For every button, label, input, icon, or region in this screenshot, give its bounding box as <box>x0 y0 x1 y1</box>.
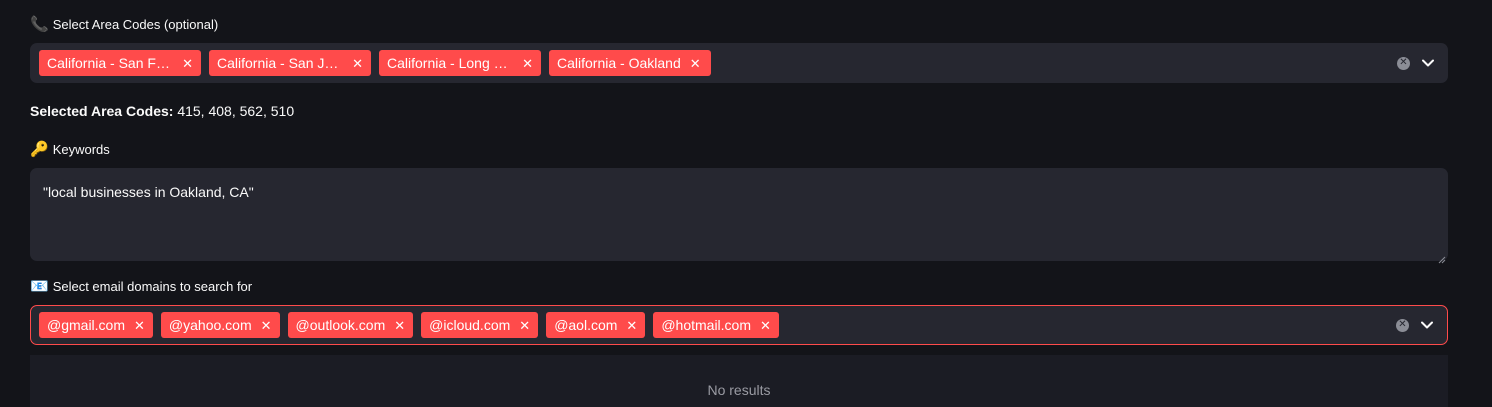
email-domains-label: 📧 Select email domains to search for <box>30 279 252 294</box>
chevron-down-icon[interactable] <box>1422 59 1434 67</box>
email-domain-tag-label: @icloud.com <box>429 317 511 333</box>
resize-grip-icon[interactable] <box>1438 251 1446 264</box>
app-root: 📞 Select Area Codes (optional) Californi… <box>0 0 1492 407</box>
area-code-tag: California - San Jose ✕ <box>209 50 371 76</box>
clear-circle-icon[interactable]: ✕ <box>1397 56 1410 70</box>
remove-tag-icon[interactable]: ✕ <box>394 319 405 332</box>
clear-circle-icon[interactable]: ✕ <box>1396 318 1409 332</box>
email-domain-tag: @icloud.com ✕ <box>421 312 539 338</box>
summary-label: Selected Area Codes: <box>30 103 174 119</box>
keywords-label-text: Keywords <box>52 142 110 157</box>
area-code-tag: California - Long Beach ✕ <box>379 50 541 76</box>
area-codes-label: 📞 Select Area Codes (optional) <box>30 17 218 32</box>
no-results-text: No results <box>707 382 771 398</box>
email-domain-tag: @outlook.com ✕ <box>287 312 414 338</box>
email-domain-tag-label: @hotmail.com <box>661 317 752 333</box>
keywords-label: 🔑 Keywords <box>30 142 110 157</box>
email-domain-tag: @yahoo.com ✕ <box>160 312 280 338</box>
remove-tag-icon[interactable]: ✕ <box>522 57 533 70</box>
multiselect-controls: ✕ <box>1397 43 1434 83</box>
remove-tag-icon[interactable]: ✕ <box>626 319 637 332</box>
email-domain-tag-label: @yahoo.com <box>168 317 252 333</box>
email-domain-tag-label: @gmail.com <box>47 317 126 333</box>
email-domain-tag-label: @aol.com <box>554 317 618 333</box>
email-domain-tag-label: @outlook.com <box>295 317 386 333</box>
multiselect-controls: ✕ <box>1396 306 1433 344</box>
remove-tag-icon[interactable]: ✕ <box>519 319 530 332</box>
area-code-tag-label: California - San Jose <box>217 55 344 71</box>
area-codes-label-text: Select Area Codes (optional) <box>52 17 219 32</box>
remove-tag-icon[interactable]: ✕ <box>134 319 145 332</box>
remove-tag-icon[interactable]: ✕ <box>690 57 701 70</box>
phone-icon: 📞 <box>30 16 49 33</box>
email-domain-tag: @gmail.com ✕ <box>39 312 153 338</box>
summary-value: 415, 408, 562, 510 <box>177 103 295 119</box>
email-domain-tag: @aol.com ✕ <box>546 312 646 338</box>
remove-tag-icon[interactable]: ✕ <box>352 57 363 70</box>
area-code-tag: California - San Francisco ✕ <box>39 50 201 76</box>
keywords-textarea[interactable]: "local businesses in Oakland, CA" <box>30 168 1448 264</box>
email-domains-multiselect[interactable]: @gmail.com ✕ @yahoo.com ✕ @outlook.com ✕… <box>30 305 1448 345</box>
email-icon: 📧 <box>30 278 49 295</box>
area-code-tag: California - Oakland ✕ <box>549 50 711 76</box>
chevron-down-icon[interactable] <box>1421 321 1433 329</box>
key-icon: 🔑 <box>30 141 49 158</box>
email-domains-label-text: Select email domains to search for <box>52 279 253 294</box>
email-domain-tag: @hotmail.com ✕ <box>653 312 779 338</box>
email-domains-dropdown: No results <box>30 355 1448 407</box>
area-code-tag-label: California - Long Beach <box>387 55 513 71</box>
remove-tag-icon[interactable]: ✕ <box>182 57 193 70</box>
remove-tag-icon[interactable]: ✕ <box>261 319 272 332</box>
area-code-tag-label: California - Oakland <box>557 55 681 71</box>
area-codes-multiselect[interactable]: California - San Francisco ✕ California … <box>30 43 1448 83</box>
remove-tag-icon[interactable]: ✕ <box>760 319 771 332</box>
area-code-tag-label: California - San Francisco <box>47 55 173 71</box>
keywords-value: "local businesses in Oakland, CA" <box>43 184 254 200</box>
selected-area-codes-summary: Selected Area Codes: 415, 408, 562, 510 <box>30 103 294 119</box>
